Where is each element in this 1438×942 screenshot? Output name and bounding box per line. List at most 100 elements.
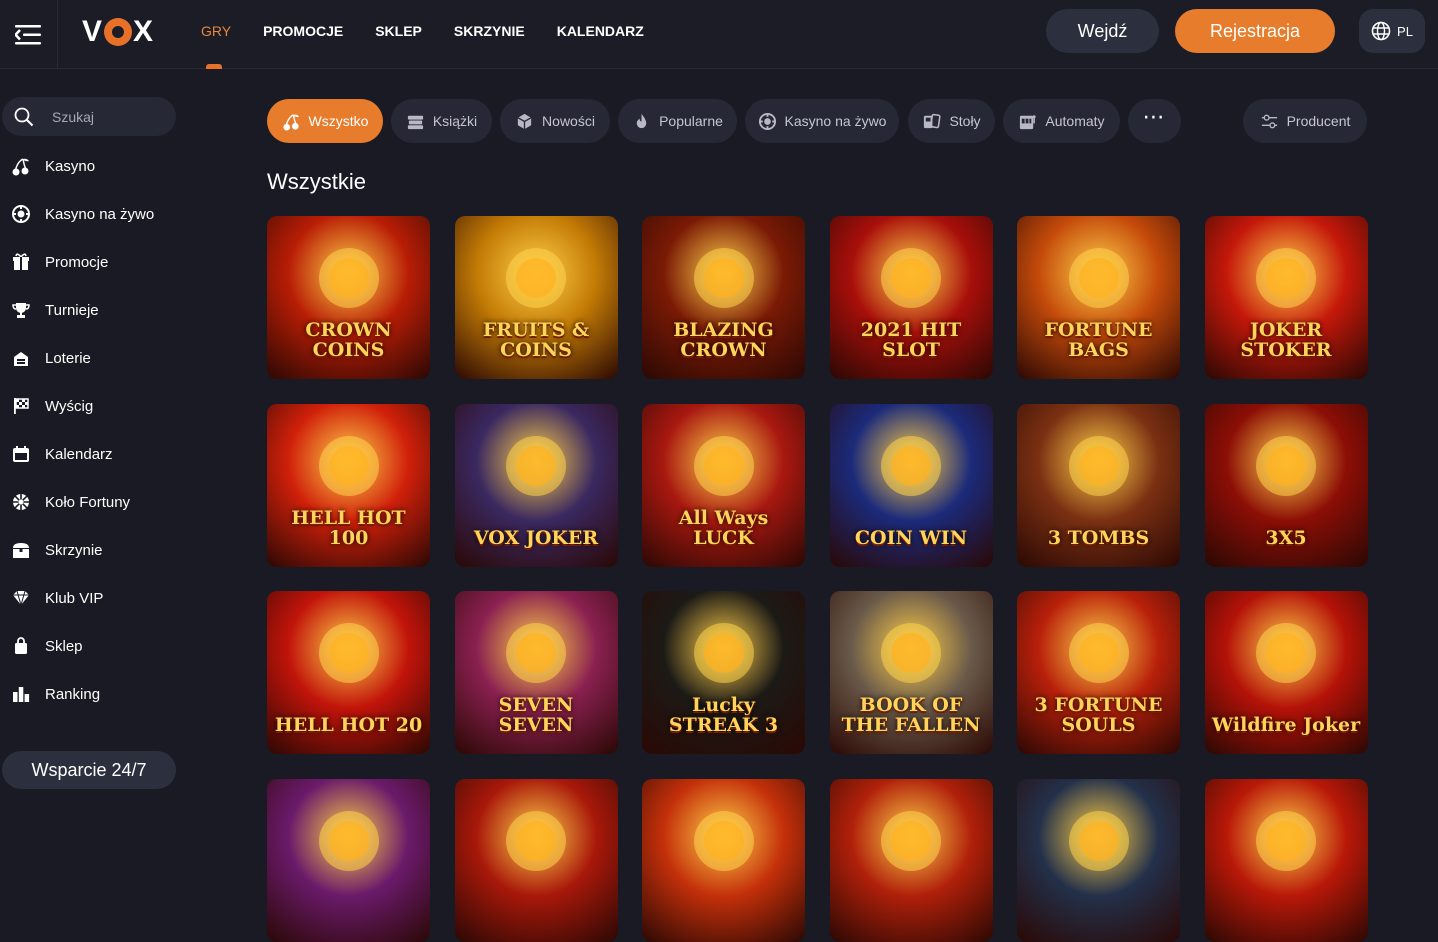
cherries-icon (0, 156, 45, 176)
game-tile[interactable] (454, 778, 618, 942)
nav-gry[interactable]: GRY (201, 0, 231, 69)
login-button[interactable]: Wejdź (1046, 9, 1159, 53)
support-button[interactable]: Wsparcie 24/7 (2, 751, 176, 789)
chip-icon (758, 112, 777, 131)
game-tile[interactable]: Lucky STREAK 3 (642, 591, 805, 754)
game-title: Wildfire Joker (1211, 714, 1361, 737)
game-artwork (1059, 426, 1139, 511)
game-tile[interactable]: HELL HOT 20 (267, 591, 430, 754)
game-artwork (1059, 238, 1139, 323)
filter-nowości[interactable]: Nowości (500, 99, 610, 143)
sidebar-item-promocje[interactable]: Promocje (0, 247, 190, 277)
game-artwork (309, 613, 389, 698)
filter-książki[interactable]: Książki (391, 99, 492, 143)
new-cube-icon (515, 112, 534, 131)
sidebar-item-kasyno[interactable]: Kasyno (0, 151, 190, 181)
filter-label: Popularne (659, 113, 723, 129)
sidebar-item-label: Loterie (45, 349, 91, 367)
game-artwork (1246, 238, 1326, 323)
game-tile[interactable]: BLAZING CROWN (642, 216, 805, 379)
sidebar-item-kalendarz[interactable]: Kalendarz (0, 439, 190, 469)
sidebar-item-loterie[interactable]: Loterie (0, 343, 190, 373)
search-input[interactable]: Szukaj (2, 97, 176, 136)
more-icon: ⋯ (1142, 104, 1167, 129)
game-tile[interactable]: 3X5 (1204, 403, 1368, 567)
filter-label: Książki (432, 113, 478, 129)
game-title: FRUITS & COINS (482, 319, 590, 362)
menu-toggle-button[interactable] (0, 0, 58, 69)
game-title: Lucky STREAK 3 (668, 694, 779, 737)
filter-wszystko[interactable]: Wszystko (267, 99, 383, 143)
game-tile[interactable]: 3 TOMBS (1017, 403, 1180, 567)
filter-label: Kasyno na żywo (784, 113, 887, 129)
game-tile[interactable]: Wildfire Joker (1204, 591, 1368, 754)
wheel-icon (0, 492, 45, 512)
sidebar-item-label: Skrzynie (45, 541, 103, 559)
filter-label: Nowości (542, 113, 595, 129)
cherries-icon (282, 112, 301, 131)
game-tile[interactable]: COIN WIN (829, 403, 993, 567)
game-title: HELL HOT 100 (291, 506, 406, 549)
language-label: PL (1397, 23, 1413, 39)
chest-icon (0, 540, 45, 560)
calendar-icon (0, 444, 45, 464)
language-selector[interactable]: PL (1359, 9, 1425, 53)
game-tile[interactable] (642, 778, 805, 942)
game-tile[interactable]: All Ways LUCK (642, 403, 805, 567)
game-tile[interactable]: HELL HOT 100 (267, 403, 430, 567)
game-tile[interactable]: VOX JOKER (454, 403, 618, 567)
game-tile[interactable]: SEVEN SEVEN (454, 591, 618, 754)
sidebar-item-kasyno-na-żywo[interactable]: Kasyno na żywo (0, 199, 190, 229)
menu-collapse-icon (14, 24, 41, 44)
game-title: BOOK OF THE FALLEN (841, 694, 981, 737)
filter-stoły[interactable]: Stoły (908, 99, 995, 143)
vox-logo[interactable]: VX (82, 15, 154, 48)
game-tile[interactable]: 2021 HIT SLOT (829, 216, 993, 379)
game-artwork (871, 426, 951, 511)
game-tile[interactable]: BOOK OF THE FALLEN (829, 591, 993, 754)
ranking-icon (0, 684, 45, 704)
game-tile[interactable]: CROWN COINS (267, 216, 430, 379)
filter-producent[interactable]: Producent (1243, 99, 1367, 143)
filter-automaty[interactable]: Automaty (1003, 99, 1120, 143)
game-title: JOKER STOKER (1240, 319, 1332, 362)
sidebar-item-ranking[interactable]: Ranking (0, 679, 190, 709)
sidebar-item-turnieje[interactable]: Turnieje (0, 295, 190, 325)
game-tile[interactable]: 3 FORTUNE SOULS (1017, 591, 1180, 754)
sidebar-item-label: Sklep (45, 637, 83, 655)
section-title: Wszystkie (267, 169, 366, 194)
shopping-bag-icon (0, 636, 45, 656)
sidebar-item-skrzynie[interactable]: Skrzynie (0, 535, 190, 565)
main-nav: GRY PROMOCJE SKLEP SKRZYNIE KALENDARZ (201, 0, 676, 69)
filter-popularne[interactable]: Popularne (618, 99, 737, 143)
game-tile[interactable]: FRUITS & COINS (454, 216, 618, 379)
sidebar-item-wyścig[interactable]: Wyścig (0, 391, 190, 421)
register-button[interactable]: Rejestracja (1175, 9, 1335, 53)
game-tile[interactable] (829, 778, 993, 942)
sidebar-item-label: Klub VIP (45, 589, 104, 607)
top-bar: VX GRY PROMOCJE SKLEP SKRZYNIE KALENDARZ Wej… (0, 0, 1438, 69)
filter-kasyno-na-żywo[interactable]: Kasyno na żywo (745, 99, 899, 143)
game-artwork (309, 426, 389, 511)
chip-icon (0, 204, 45, 224)
nav-promocje[interactable]: PROMOCJE (263, 0, 343, 69)
sidebar-item-klub-vip[interactable]: Klub VIP (0, 583, 190, 613)
game-artwork (871, 801, 951, 886)
sidebar-item-label: Wyścig (45, 397, 94, 415)
game-title: FORTUNE BAGS (1044, 319, 1153, 362)
game-tile[interactable]: FORTUNE BAGS (1017, 216, 1180, 379)
nav-sklep[interactable]: SKLEP (375, 0, 422, 69)
game-tile[interactable]: JOKER STOKER (1204, 216, 1368, 379)
game-artwork (496, 613, 576, 698)
sidebar-item-sklep[interactable]: Sklep (0, 631, 190, 661)
game-title: VOX JOKER (473, 526, 599, 549)
nav-kalendarz[interactable]: KALENDARZ (557, 0, 644, 69)
game-tile[interactable] (1017, 778, 1180, 942)
game-tile[interactable] (1204, 778, 1368, 942)
game-tile[interactable] (267, 778, 430, 942)
game-artwork (496, 426, 576, 511)
sidebar-item-koło-fortuny[interactable]: Koło Fortuny (0, 487, 190, 517)
sidebar-item-label: Ranking (45, 685, 101, 703)
filter-more[interactable]: ⋯ (1128, 99, 1181, 143)
nav-skrzynie[interactable]: SKRZYNIE (454, 0, 525, 69)
